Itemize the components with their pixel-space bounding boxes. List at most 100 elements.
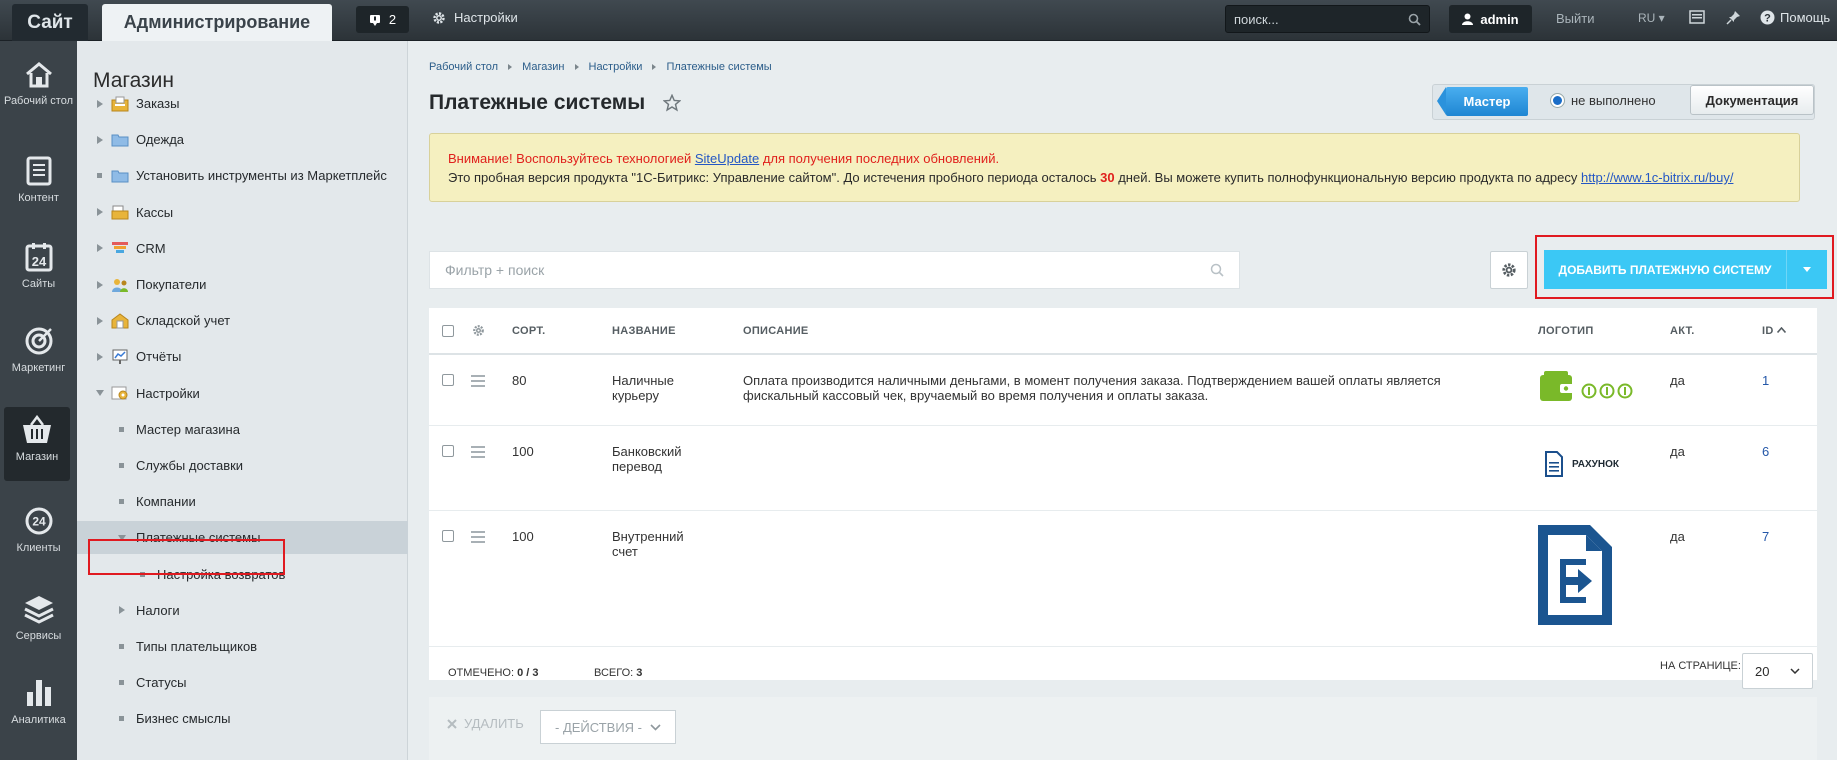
menu-item[interactable]: Бизнес смыслы bbox=[77, 702, 408, 735]
menu-item[interactable]: Заказы bbox=[77, 87, 408, 120]
expand-arrow-icon[interactable] bbox=[97, 280, 103, 289]
column-header-name[interactable]: НАЗВАНИЕ bbox=[612, 325, 676, 337]
menu-item[interactable]: Налоги bbox=[77, 594, 408, 627]
drag-handle-icon[interactable] bbox=[471, 375, 485, 390]
cell-id[interactable]: 1 bbox=[1762, 373, 1769, 388]
nav-analytics[interactable]: Аналитика bbox=[0, 676, 77, 727]
master-button[interactable]: Мастер bbox=[1437, 87, 1528, 116]
total-count: ВСЕГО: 3 bbox=[594, 667, 642, 679]
table-row[interactable]: 100 Банковский перевод РАХУНОК да 6 bbox=[429, 426, 1817, 510]
master-status[interactable]: не выполнено bbox=[1550, 93, 1656, 108]
expand-arrow-icon[interactable] bbox=[97, 244, 103, 253]
menu-item[interactable]: Отчёты bbox=[77, 340, 408, 373]
per-page-select[interactable]: 20 bbox=[1742, 653, 1813, 689]
table-row[interactable]: 100 Внутренний счет да 7 bbox=[429, 511, 1817, 639]
nav-marketing[interactable]: Маркетинг bbox=[0, 326, 77, 375]
column-header-sort[interactable]: СОРТ. bbox=[512, 325, 545, 337]
cell-name[interactable]: Внутренний счет bbox=[612, 529, 702, 559]
list-settings-button[interactable] bbox=[1490, 251, 1528, 289]
menu-item[interactable]: Кассы bbox=[77, 196, 408, 229]
expand-arrow-icon[interactable] bbox=[97, 208, 103, 217]
nav-shop[interactable]: Магазин bbox=[4, 407, 70, 481]
keyboard-icon[interactable] bbox=[1689, 10, 1705, 24]
menu-item[interactable]: Мастер магазина bbox=[77, 413, 408, 446]
settings-link[interactable]: Настройки bbox=[432, 10, 518, 25]
menu-item-label: Складской учет bbox=[136, 313, 231, 329]
gear-icon[interactable] bbox=[472, 324, 485, 337]
menu-item[interactable]: Службы доставки bbox=[77, 449, 408, 482]
column-header-description[interactable]: ОПИСАНИЕ bbox=[743, 325, 809, 337]
site-tab[interactable]: Сайт bbox=[12, 4, 88, 41]
menu-item[interactable]: Статусы bbox=[77, 666, 408, 699]
expand-arrow-icon[interactable] bbox=[97, 135, 103, 144]
nav-services[interactable]: Сервисы bbox=[0, 594, 77, 643]
expand-arrow-icon[interactable] bbox=[97, 99, 103, 108]
nav-sites[interactable]: 24 Сайты bbox=[0, 242, 77, 291]
logout-link[interactable]: Выйти bbox=[1556, 11, 1595, 26]
help-link[interactable]: ? Помощь bbox=[1760, 10, 1830, 25]
nav-label: Сайты bbox=[21, 278, 56, 290]
breadcrumb-separator-icon bbox=[508, 64, 513, 70]
total-value: 3 bbox=[636, 667, 643, 679]
breadcrumb-item[interactable]: Настройки bbox=[589, 61, 643, 73]
home-icon bbox=[25, 62, 52, 88]
search-input[interactable]: поиск... bbox=[1225, 5, 1430, 33]
row-checkbox[interactable] bbox=[442, 374, 454, 386]
breadcrumb-separator-icon bbox=[574, 64, 579, 70]
menu-item[interactable]: Установить инструменты из Маркетплейс bbox=[77, 159, 408, 192]
menu-item[interactable]: Складской учет bbox=[77, 304, 408, 337]
breadcrumb-item[interactable]: Платежные системы bbox=[666, 61, 771, 73]
user-button[interactable]: admin bbox=[1449, 5, 1532, 33]
menu-item[interactable]: CRM bbox=[77, 232, 408, 265]
pin-icon[interactable] bbox=[1726, 10, 1741, 25]
folder-icon bbox=[111, 132, 129, 148]
expand-arrow-icon[interactable] bbox=[97, 316, 103, 325]
column-header-active[interactable]: АКТ. bbox=[1670, 325, 1695, 337]
notifications-button[interactable]: 2 bbox=[356, 6, 409, 33]
nav-label: Рабочий стол bbox=[3, 95, 74, 107]
collapse-arrow-icon[interactable] bbox=[96, 390, 104, 397]
cell-active: да bbox=[1670, 529, 1685, 544]
drag-handle-icon[interactable] bbox=[471, 446, 485, 461]
expand-arrow-icon[interactable] bbox=[97, 352, 103, 361]
nav-clients[interactable]: 24 Клиенты bbox=[0, 506, 77, 555]
language-select[interactable]: RU ▾ bbox=[1638, 11, 1665, 25]
menu-item[interactable]: Одежда bbox=[77, 123, 408, 156]
cell-name[interactable]: Наличные курьеру bbox=[612, 373, 702, 403]
column-header-id[interactable]: ID bbox=[1762, 325, 1786, 337]
admin-tab[interactable]: Администрирование bbox=[102, 4, 332, 41]
search-icon[interactable] bbox=[1408, 13, 1421, 26]
menu-item[interactable]: Типы плательщиков bbox=[77, 630, 408, 663]
cell-id[interactable]: 6 bbox=[1762, 444, 1769, 459]
breadcrumb-item[interactable]: Рабочий стол bbox=[429, 61, 498, 73]
notification-count: 2 bbox=[388, 12, 397, 27]
cell-id[interactable]: 7 bbox=[1762, 529, 1769, 544]
notice-text: Это пробная версия продукта "1С-Битрикс:… bbox=[448, 170, 1101, 185]
table-row[interactable]: 80 Наличные курьеру Оплата производится … bbox=[429, 355, 1817, 425]
cell-name[interactable]: Банковский перевод bbox=[612, 444, 702, 474]
row-checkbox[interactable] bbox=[442, 445, 454, 457]
drag-handle-icon[interactable] bbox=[471, 531, 485, 546]
documentation-button[interactable]: Документация bbox=[1690, 85, 1814, 115]
siteupdate-link[interactable]: SiteUpdate bbox=[695, 151, 759, 166]
star-icon[interactable] bbox=[663, 94, 682, 112]
menu-item-label: Покупатели bbox=[136, 277, 207, 292]
delete-button[interactable]: УДАЛИТЬ bbox=[447, 716, 524, 731]
breadcrumb-item[interactable]: Магазин bbox=[522, 61, 564, 73]
nav-desktop[interactable]: Рабочий стол bbox=[0, 61, 77, 108]
gear-icon bbox=[433, 11, 445, 24]
layers-icon bbox=[23, 596, 54, 624]
menu-item[interactable]: Компании bbox=[77, 485, 408, 518]
filter-search-input[interactable]: Фильтр + поиск bbox=[429, 251, 1240, 289]
actions-select[interactable]: - ДЕЙСТВИЯ - bbox=[540, 710, 676, 744]
select-all-checkbox[interactable] bbox=[442, 325, 454, 337]
top-bar: Сайт Администрирование 2 Настройки поиск… bbox=[0, 0, 1837, 41]
row-checkbox[interactable] bbox=[442, 530, 454, 542]
buy-link[interactable]: http://www.1c-bitrix.ru/buy/ bbox=[1581, 170, 1733, 185]
nav-content[interactable]: Контент bbox=[0, 156, 77, 205]
menu-item[interactable]: Покупатели bbox=[77, 268, 408, 301]
nav-label: Магазин bbox=[15, 451, 59, 463]
expand-arrow-icon[interactable] bbox=[119, 606, 125, 615]
menu-item[interactable]: Настройки bbox=[77, 377, 408, 410]
column-header-logo[interactable]: ЛОГОТИП bbox=[1538, 325, 1594, 337]
